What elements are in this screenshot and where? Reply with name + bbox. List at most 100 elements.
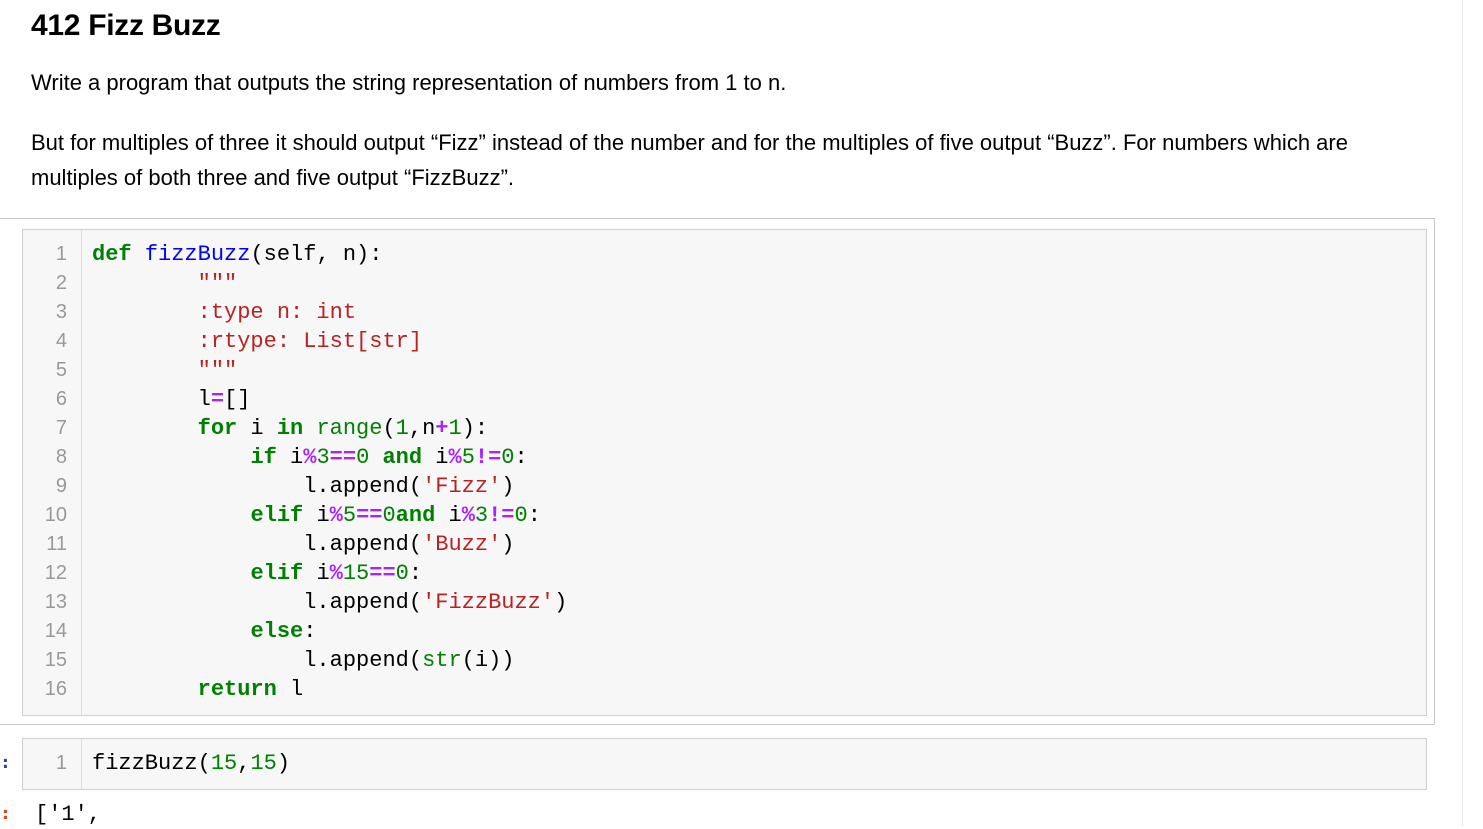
code-token: ):	[461, 416, 489, 441]
line-number: 1	[55, 752, 67, 774]
line-number: 4	[55, 330, 67, 352]
code-line: l.append(str(i))	[92, 646, 514, 675]
line-number: 7	[55, 417, 67, 439]
code-token: """	[92, 271, 238, 296]
code-token: """	[92, 358, 238, 383]
code-token: 0	[501, 445, 515, 470]
code-token: i	[276, 445, 304, 470]
code-token: 'Fizz'	[422, 474, 502, 499]
code-line: if i%3==0 and i%5!=0:	[92, 443, 527, 472]
code-token: def	[92, 242, 145, 267]
cell-output: ['1',	[35, 802, 102, 827]
code-line: for i in range(1,n+1):	[92, 414, 488, 443]
code-token: fizzBuzz	[144, 242, 251, 267]
vertical-scrollbar[interactable]	[1462, 0, 1483, 826]
code-token: for	[197, 416, 238, 441]
problem-title: 412 Fizz Buzz	[31, 9, 221, 42]
code-token: 0	[514, 503, 528, 528]
line-number-gutter: 1	[23, 739, 82, 789]
code-token: (i))	[461, 648, 515, 673]
code-editor[interactable]: 1 fizzBuzz(15,15)	[22, 738, 1427, 790]
code-token: =	[210, 387, 225, 412]
code-line: elif i%5==0and i%3!=0:	[92, 501, 540, 530]
code-token: 'FizzBuzz'	[422, 590, 555, 615]
code-token: :	[303, 619, 317, 644]
code-token: i	[422, 445, 449, 470]
code-token: :	[408, 561, 423, 586]
code-token: l.append(	[92, 532, 423, 557]
code-token: else	[250, 619, 304, 644]
code-token: +	[435, 416, 449, 441]
line-number: 2	[55, 272, 67, 294]
code-line: """	[92, 356, 238, 385]
code-token: 15	[342, 561, 370, 586]
code-token: 15	[250, 751, 277, 776]
line-number: 12	[44, 562, 67, 584]
code-token: )	[554, 590, 568, 615]
code-token: %	[303, 445, 317, 470]
code-token: 0	[382, 503, 396, 528]
code-line: def fizzBuzz(self, n):	[92, 240, 382, 269]
code-token: (	[382, 416, 396, 441]
code-token: 1	[395, 416, 409, 441]
code-editor[interactable]: 1 2 3 4 5 6 7 8 9 10 11 12 13 14 15 16 def fizzBuzz(sel…	[22, 229, 1427, 716]
code-token: :rtype: List[str]	[92, 329, 423, 354]
code-token: )	[501, 532, 515, 557]
code-token: l.append(	[92, 648, 423, 673]
code-token: and	[395, 503, 436, 528]
code-token: %	[448, 445, 462, 470]
code-line: l.append('Fizz')	[92, 472, 514, 501]
code-line: fizzBuzz(15,15)	[92, 749, 290, 778]
code-token: return	[197, 677, 277, 702]
code-line: :type n: int	[92, 298, 356, 327]
code-token: l.append(	[92, 590, 423, 615]
line-number: 9	[55, 475, 67, 497]
code-token: ==	[329, 445, 357, 470]
code-token: and	[382, 445, 423, 470]
code-token: 5	[342, 503, 357, 528]
code-line: elif i%15==0:	[92, 559, 422, 588]
code-token: %	[461, 503, 475, 528]
code-token: 1	[448, 416, 462, 441]
code-token: in	[276, 416, 304, 441]
line-number: 3	[55, 301, 67, 323]
code-token: 15	[210, 751, 238, 776]
code-token: 0	[356, 445, 370, 470]
code-token: !=	[488, 503, 515, 528]
code-line: l.append('FizzBuzz')	[92, 588, 567, 617]
code-token: i	[237, 416, 277, 441]
code-line: """	[92, 269, 238, 298]
code-token: 3	[474, 503, 489, 528]
line-number-gutter: 1 2 3 4 5 6 7 8 9 10 11 12 13 14 15 16	[23, 230, 82, 715]
code-token: []	[224, 387, 251, 412]
code-token: i	[435, 503, 462, 528]
code-line: l=[]	[92, 385, 251, 414]
code-token: str	[422, 648, 462, 673]
code-line: l.append('Buzz')	[92, 530, 514, 559]
line-number: 8	[55, 446, 67, 468]
line-number: 15	[44, 649, 67, 671]
code-token: l	[276, 677, 304, 702]
code-line: else:	[92, 617, 316, 646]
code-token: 5	[461, 445, 475, 470]
problem-rules: But for multiples of three it should out…	[31, 130, 1348, 190]
line-number: 10	[44, 504, 67, 526]
code-token: :type n: int	[92, 300, 357, 325]
code-token: elif	[250, 503, 304, 528]
code-token: (self, n):	[250, 242, 383, 267]
code-token: i	[303, 561, 330, 586]
code-line: :rtype: List[str]	[92, 327, 422, 356]
line-number: 6	[55, 388, 67, 410]
code-token: 3	[316, 445, 330, 470]
code-token: ,n	[408, 416, 436, 441]
code-token: range	[316, 416, 383, 441]
cell-prompt: :	[0, 752, 11, 773]
code-token: %	[329, 561, 343, 586]
problem-description: Write a program that outputs the string …	[31, 70, 787, 95]
code-token: )	[501, 474, 515, 499]
